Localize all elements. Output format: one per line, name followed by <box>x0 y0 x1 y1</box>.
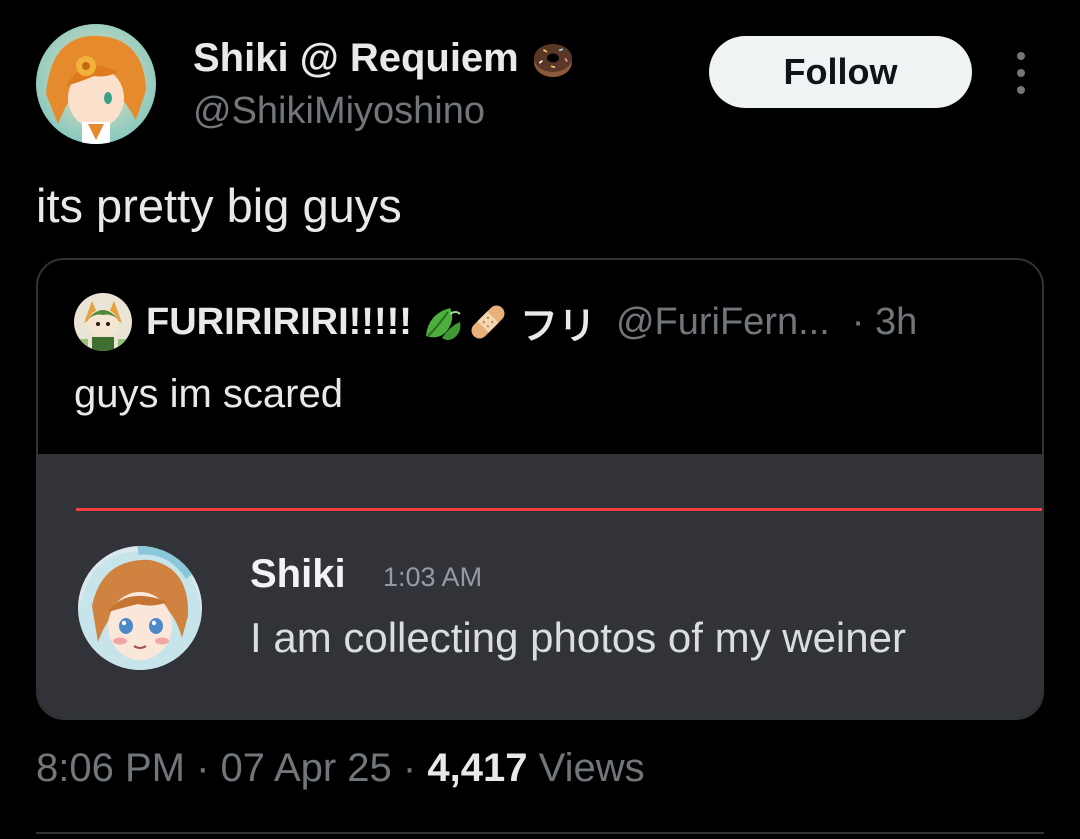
quoted-tweet-text: guys im scared <box>74 372 343 416</box>
quoted-tweet-media[interactable]: Shiki 1:03 AM I am collecting photos of … <box>38 454 1042 718</box>
tweet-text: its pretty big guys <box>36 179 402 232</box>
views-count: 4,417 <box>427 746 528 790</box>
quoted-author-name-suffix: フリ <box>519 305 596 348</box>
meta-separator: · <box>196 746 210 790</box>
quoted-author-handle: @FuriFern... <box>615 300 830 343</box>
author-name-text[interactable]: Shiki @ Requiem <box>193 36 519 81</box>
tweet-date[interactable]: 07 Apr 25 <box>221 746 392 790</box>
quoted-tweet-card[interactable]: FURIRIRIRI!!!!! フリ @FuriFern... · 3h guy… <box>36 258 1044 720</box>
quoted-tweet-header: FURIRIRIRI!!!!! フリ @FuriFern... · 3h <box>74 293 918 351</box>
tweet-time[interactable]: 8:06 PM <box>36 746 185 790</box>
donut-icon <box>531 37 575 81</box>
new-messages-divider <box>76 508 1042 511</box>
discord-user-avatar <box>78 546 202 670</box>
meta-separator: · <box>402 746 417 790</box>
follow-button[interactable]: Follow <box>709 36 972 108</box>
quoted-author-avatar <box>74 293 132 351</box>
more-options-icon[interactable] <box>1010 52 1032 94</box>
tweet-meta: 8:06 PM · 07 Apr 25 · 4,417 Views <box>36 746 645 791</box>
leaf-icon <box>420 300 464 344</box>
divider <box>36 832 1044 834</box>
discord-message-text: I am collecting photos of my weiner <box>250 614 906 661</box>
discord-message-time: 1:03 AM <box>383 562 483 592</box>
author-avatar[interactable] <box>36 24 156 144</box>
bandage-icon <box>466 300 510 344</box>
author-handle[interactable]: @ShikiMiyoshino <box>193 90 485 133</box>
author-display-name[interactable]: Shiki @ Requiem <box>193 36 575 81</box>
quoted-tweet-time: · 3h <box>851 300 918 343</box>
views-label: Views <box>538 746 645 790</box>
quoted-author-name: FURIRIRIRI!!!!! <box>146 300 412 343</box>
discord-username: Shiki <box>250 552 346 596</box>
